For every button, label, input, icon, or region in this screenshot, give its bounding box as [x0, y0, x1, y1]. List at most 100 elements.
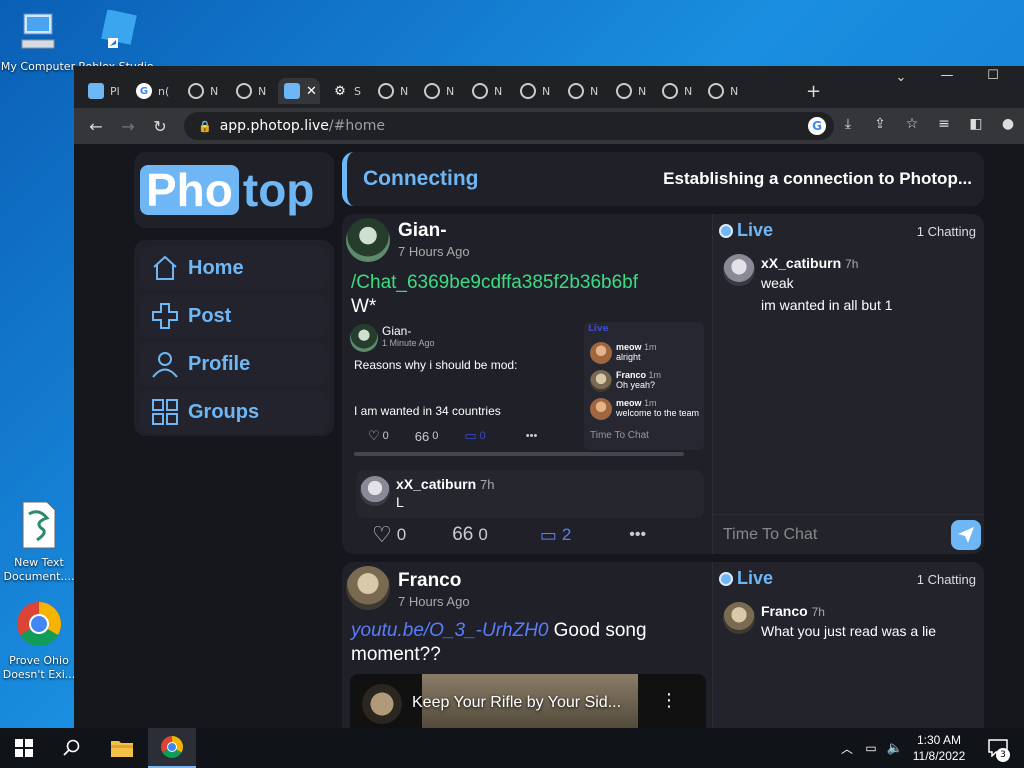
maximize-button[interactable]: ☐: [970, 68, 1016, 83]
photop-favicon: [88, 83, 104, 99]
chrome-icon: [1, 600, 77, 652]
sidebar-item-groups[interactable]: Groups: [140, 390, 328, 434]
chat-input[interactable]: Time To Chat: [713, 514, 984, 554]
reload-icon[interactable]: ↻: [144, 117, 176, 136]
chrome-tab-icon: [424, 83, 440, 99]
close-tab-icon[interactable]: ✕: [306, 84, 317, 99]
network-icon[interactable]: ▭: [860, 728, 882, 768]
quote-icon: 66: [452, 524, 474, 545]
taskbar: ︿ ▭ 🔈 1:30 AM 11/8/2022 3: [0, 728, 1024, 768]
post-video-link[interactable]: youtu.be/O_3_-UrhZH0: [351, 620, 549, 641]
chrome-taskbar-button[interactable]: [148, 728, 196, 768]
search-button[interactable]: [48, 728, 96, 768]
chatting-count: 1 Chatting: [916, 224, 976, 239]
tab-search-icon[interactable]: ⌄: [878, 70, 924, 85]
google-lens-icon[interactable]: G: [808, 117, 826, 135]
tab-n-10[interactable]: N: [708, 78, 738, 104]
install-icon[interactable]: ⤓: [832, 116, 864, 132]
address-toolbar: ← → ↻ 🔒 app.photop.live/#home G ⤓ ⇪ ☆ ≡ …: [74, 108, 1024, 144]
chat-message: Franco 7h What you just read was a lie: [723, 602, 936, 641]
tab-photop-active[interactable]: ✕: [278, 78, 320, 104]
folder-icon: [111, 741, 133, 757]
sidebar-item-post[interactable]: Post: [140, 294, 328, 338]
chrome-tab-icon: [236, 83, 252, 99]
youtube-embed[interactable]: Keep Your Rifle by Your Sid... ⋮: [350, 674, 706, 728]
minimize-button[interactable]: —: [924, 68, 970, 83]
desktop-icon-text-document[interactable]: New Text Document....: [1, 500, 77, 584]
clock[interactable]: 1:30 AM 11/8/2022: [906, 728, 972, 768]
tab-n-4[interactable]: N: [424, 78, 454, 104]
channel-avatar[interactable]: [362, 684, 402, 724]
chat-message: xX_catiburn 7h weak im wanted in all but…: [723, 254, 893, 315]
forward-icon[interactable]: →: [112, 117, 144, 136]
tab-n-8[interactable]: N: [616, 78, 646, 104]
post-time: 7 Hours Ago: [398, 594, 470, 609]
photop-page: Pho top Home Post Profile Groups Connecti…: [74, 144, 1024, 728]
post-author[interactable]: Gian-: [398, 220, 447, 242]
tab-n-2[interactable]: N: [236, 78, 266, 104]
side-panel-icon[interactable]: ◧: [960, 116, 992, 132]
tab-n-3[interactable]: N: [378, 78, 408, 104]
new-tab-button[interactable]: +: [806, 78, 821, 104]
tab-n-6[interactable]: N: [520, 78, 550, 104]
profile-icon[interactable]: ●: [992, 116, 1024, 132]
desktop-icon-roblox-studio[interactable]: Roblox Studio: [78, 9, 154, 74]
start-button[interactable]: [0, 728, 48, 768]
desktop-icon-label: Prove Ohio Doesn't Exi...: [2, 654, 76, 681]
avatar[interactable]: [346, 566, 390, 610]
avatar[interactable]: [723, 602, 755, 634]
post-chat-link[interactable]: /Chat_6369be9cdffa385f2b36b6bf: [351, 272, 638, 294]
tab-n-5[interactable]: N: [472, 78, 502, 104]
comment-button[interactable]: ▭ 2: [540, 525, 571, 546]
tab-photop-1[interactable]: Pl: [88, 78, 120, 104]
url-bar[interactable]: 🔒 app.photop.live/#home G: [184, 112, 834, 140]
tab-n-9[interactable]: N: [662, 78, 692, 104]
connection-message: Establishing a connection to Photop...: [663, 169, 972, 188]
google-icon: G: [136, 83, 152, 99]
computer-icon: [0, 10, 76, 58]
avatar[interactable]: [723, 254, 755, 286]
tab-strip: Pl Gn( N N ✕ ⚙ S N N N N N N N N + ⌄ — ☐: [74, 66, 1024, 108]
post-actions: ♡ 0 66 0 ▭ 2 •••: [372, 522, 646, 548]
live-chat-panel: Live 1 Chatting xX_catiburn 7h weak im w…: [712, 214, 984, 554]
live-indicator: Live: [719, 220, 773, 241]
quoted-post[interactable]: Gian- 1 Minute Ago Reasons why i should …: [348, 322, 706, 462]
desktop-icon-chrome-shortcut[interactable]: Prove Ohio Doesn't Exi...: [1, 600, 77, 682]
quote-button[interactable]: 66 0: [452, 524, 488, 546]
avatar: [590, 398, 612, 420]
tab-n-1[interactable]: N: [188, 78, 218, 104]
avatar[interactable]: [360, 476, 390, 506]
heart-icon: ♡: [368, 428, 380, 443]
back-icon[interactable]: ←: [80, 117, 112, 136]
file-explorer-button[interactable]: [98, 728, 146, 768]
quoted-scrollbar[interactable]: [354, 452, 684, 456]
sidebar-item-profile[interactable]: Profile: [140, 342, 328, 386]
post-author[interactable]: Franco: [398, 570, 461, 592]
post-card: Franco 7 Hours Ago youtu.be/O_3_-UrhZH0 …: [342, 562, 984, 728]
video-title[interactable]: Keep Your Rifle by Your Sid...: [412, 694, 621, 712]
notifications-button[interactable]: 3: [978, 728, 1018, 768]
like-button[interactable]: ♡ 0: [372, 522, 406, 548]
photop-logo[interactable]: Pho top: [134, 152, 334, 228]
bookmark-star-icon[interactable]: ☆: [896, 116, 928, 132]
avatar[interactable]: [346, 218, 390, 262]
send-button[interactable]: [951, 520, 981, 550]
post-reply: xX_catiburn 7h L: [356, 470, 704, 518]
tray-overflow-icon[interactable]: ︿: [836, 728, 858, 768]
photop-favicon: [284, 83, 300, 99]
desktop-icon-label: My Computer: [0, 60, 76, 73]
sidebar-item-home[interactable]: Home: [140, 246, 328, 290]
share-icon[interactable]: ⇪: [864, 116, 896, 132]
tab-n-7[interactable]: N: [568, 78, 598, 104]
notification-count: 3: [996, 748, 1010, 762]
desktop-icon-my-computer[interactable]: My Computer: [0, 10, 76, 74]
video-more-icon[interactable]: ⋮: [660, 690, 678, 711]
chrome-tab-icon: [378, 83, 394, 99]
volume-icon[interactable]: 🔈: [884, 728, 906, 768]
media-control-icon[interactable]: ≡: [928, 116, 960, 132]
post-card: Gian- 7 Hours Ago /Chat_6369be9cdffa385f…: [342, 214, 984, 554]
comment-icon: ▭: [539, 524, 557, 545]
more-options-icon[interactable]: •••: [629, 526, 646, 544]
tab-google[interactable]: Gn(: [136, 78, 169, 104]
tab-settings[interactable]: ⚙ S: [332, 78, 361, 104]
